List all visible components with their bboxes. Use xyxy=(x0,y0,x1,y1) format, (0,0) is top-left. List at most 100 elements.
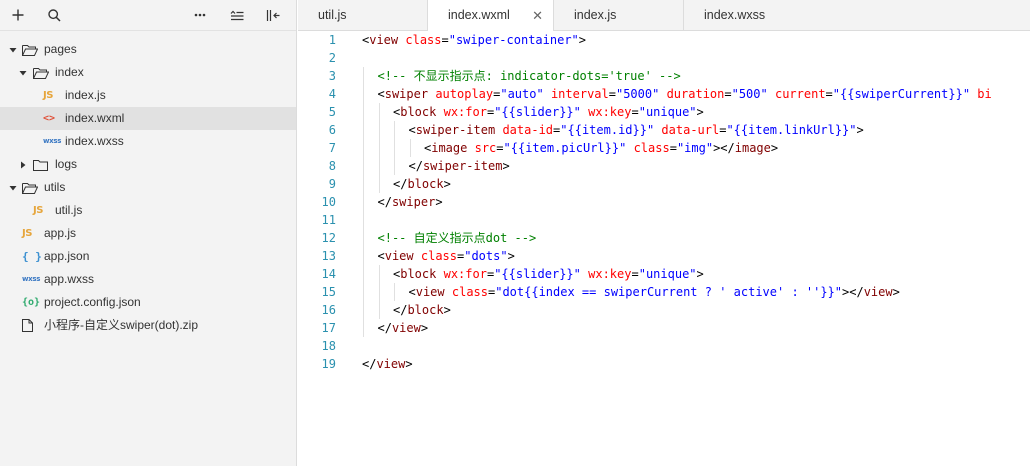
chevron-down-icon[interactable] xyxy=(8,176,18,199)
tab-index-js[interactable]: index.js xyxy=(554,0,684,31)
line-number: 11 xyxy=(321,213,336,227)
code-editor[interactable]: 1 <view class="swiper-container"> 2 3 <!-- 不… xyxy=(298,31,1030,466)
code-line[interactable]: 5 <block wx:for="{{slider}}" wx:key="uniq… xyxy=(298,103,1030,121)
tab-util-js[interactable]: util.js xyxy=(298,0,428,31)
code-token: > xyxy=(435,195,443,209)
tree-item-label: utils xyxy=(44,180,66,194)
code-line[interactable]: 19 </view> xyxy=(298,355,1030,373)
code-line[interactable]: 14 <block wx:for="{{slider}}" wx:key="uni… xyxy=(298,265,1030,283)
code-token: </ xyxy=(362,357,377,371)
tree-folder[interactable]: utils xyxy=(0,176,296,199)
code-text: </view> xyxy=(378,319,429,337)
code-line[interactable]: 6 <swiper-item data-id="{{item.id}}" data… xyxy=(298,121,1030,139)
code-token: "{{item.linkUrl}}" xyxy=(726,123,857,137)
code-token: wx:key xyxy=(588,267,632,281)
code-line[interactable]: 15 <view class="dot{{index == swiperCurre… xyxy=(298,283,1030,301)
code-line[interactable]: 3 <!-- 不显示指示点: indicator-dots='true' --> xyxy=(298,67,1030,85)
code-line[interactable]: 17 </view> xyxy=(298,319,1030,337)
chevron-down-icon[interactable] xyxy=(18,61,28,84)
more-icon[interactable] xyxy=(189,5,211,25)
folder-open-icon xyxy=(22,38,38,61)
code-text: <!-- 不显示指示点: indicator-dots='true' --> xyxy=(378,67,681,85)
code-token: "dots" xyxy=(464,249,508,263)
tree-item-label: index.js xyxy=(65,88,106,102)
code-line[interactable]: 2 xyxy=(298,49,1030,67)
toggle-sidebar-icon[interactable] xyxy=(262,5,284,25)
code-token: > xyxy=(507,249,515,263)
code-token: block xyxy=(400,267,437,281)
code-token: </ xyxy=(377,321,392,335)
code-line[interactable]: 4 <swiper autoplay="auto" interval="5000"… xyxy=(298,85,1030,103)
collapse-all-icon[interactable] xyxy=(226,5,248,25)
code-text: <swiper autoplay="auto" interval="5000" … xyxy=(378,85,992,103)
code-line[interactable]: 12 <!-- 自定义指示点dot --> xyxy=(298,229,1030,247)
json-file-icon: { } xyxy=(22,250,42,263)
code-token: </ xyxy=(393,177,408,191)
explorer-toolbar xyxy=(0,0,296,31)
code-token: block xyxy=(407,303,444,317)
indent-guide xyxy=(378,103,380,193)
code-line[interactable]: 11 xyxy=(298,211,1030,229)
code-line[interactable]: 7 <image src="{{item.picUrl}}" class="img… xyxy=(298,139,1030,157)
file-tree: pages index JS index.js <> index.wxml wxss inde… xyxy=(0,38,296,337)
code-line[interactable]: 8 </swiper-item> xyxy=(298,157,1030,175)
chevron-right-icon[interactable] xyxy=(18,153,28,176)
tree-folder[interactable]: index xyxy=(0,61,296,84)
tree-file[interactable]: {o} project.config.json xyxy=(0,291,296,314)
tree-folder[interactable]: pages xyxy=(0,38,296,61)
folder-open-icon xyxy=(33,61,49,84)
code-token: image xyxy=(734,141,771,155)
tree-file[interactable]: wxss app.wxss xyxy=(0,268,296,291)
code-text: <!-- 自定义指示点dot --> xyxy=(378,229,537,247)
line-number: 19 xyxy=(321,357,336,371)
code-text: </swiper-item> xyxy=(409,157,510,175)
code-line[interactable]: 16 </block> xyxy=(298,301,1030,319)
line-number: 5 xyxy=(328,105,336,119)
code-token: class xyxy=(633,141,670,155)
line-number: 3 xyxy=(328,69,336,83)
code-text: </block> xyxy=(393,175,451,193)
code-token: current xyxy=(774,87,826,101)
add-icon[interactable] xyxy=(7,5,29,25)
code-text: </block> xyxy=(393,301,451,319)
code-token: bi xyxy=(977,87,992,101)
close-icon[interactable]: ✕ xyxy=(532,0,543,31)
code-token: "swiper-container" xyxy=(448,33,579,47)
code-line[interactable]: 9 </block> xyxy=(298,175,1030,193)
code-token: = xyxy=(496,141,504,155)
code-line[interactable]: 13 <view class="dots"> xyxy=(298,247,1030,265)
tree-file[interactable]: JS app.js xyxy=(0,222,296,245)
code-token: <!-- 不显示指示点: indicator-dots='true' --> xyxy=(377,69,681,83)
code-line[interactable]: 10 </swiper> xyxy=(298,193,1030,211)
code-token: swiper xyxy=(391,195,436,209)
tree-file[interactable]: wxss index.wxss xyxy=(0,130,296,153)
js-file-icon: JS xyxy=(43,90,53,101)
tab-index-wxss[interactable]: index.wxss xyxy=(684,0,1030,31)
line-number: 8 xyxy=(328,159,336,173)
wxml-file-icon: <> xyxy=(43,113,56,124)
chevron-down-icon[interactable] xyxy=(8,38,18,61)
tree-file[interactable]: 小程序-自定义swiper(dot).zip xyxy=(0,314,296,337)
tab-index-wxml[interactable]: index.wxml ✕ xyxy=(428,0,554,32)
code-line[interactable]: 18 xyxy=(298,337,1030,355)
tree-file[interactable]: JS index.js xyxy=(0,84,296,107)
search-icon[interactable] xyxy=(43,5,65,25)
tree-file[interactable]: <> index.wxml xyxy=(0,107,296,130)
code-token: < xyxy=(377,249,385,263)
code-token: ></ xyxy=(842,285,864,299)
tree-file[interactable]: { } app.json xyxy=(0,245,296,268)
tree-item-label: app.js xyxy=(44,226,77,240)
tree-folder[interactable]: logs xyxy=(0,153,296,176)
tree-file[interactable]: JS util.js xyxy=(0,199,296,222)
code-token: "500" xyxy=(731,87,768,101)
code-token: = xyxy=(631,267,639,281)
code-line[interactable]: 1 <view class="swiper-container"> xyxy=(298,31,1030,49)
tree-item-label: logs xyxy=(55,157,78,171)
code-text: <view class="swiper-container"> xyxy=(362,31,586,49)
code-token: "unique" xyxy=(638,105,697,119)
js-file-icon: JS xyxy=(22,228,32,239)
